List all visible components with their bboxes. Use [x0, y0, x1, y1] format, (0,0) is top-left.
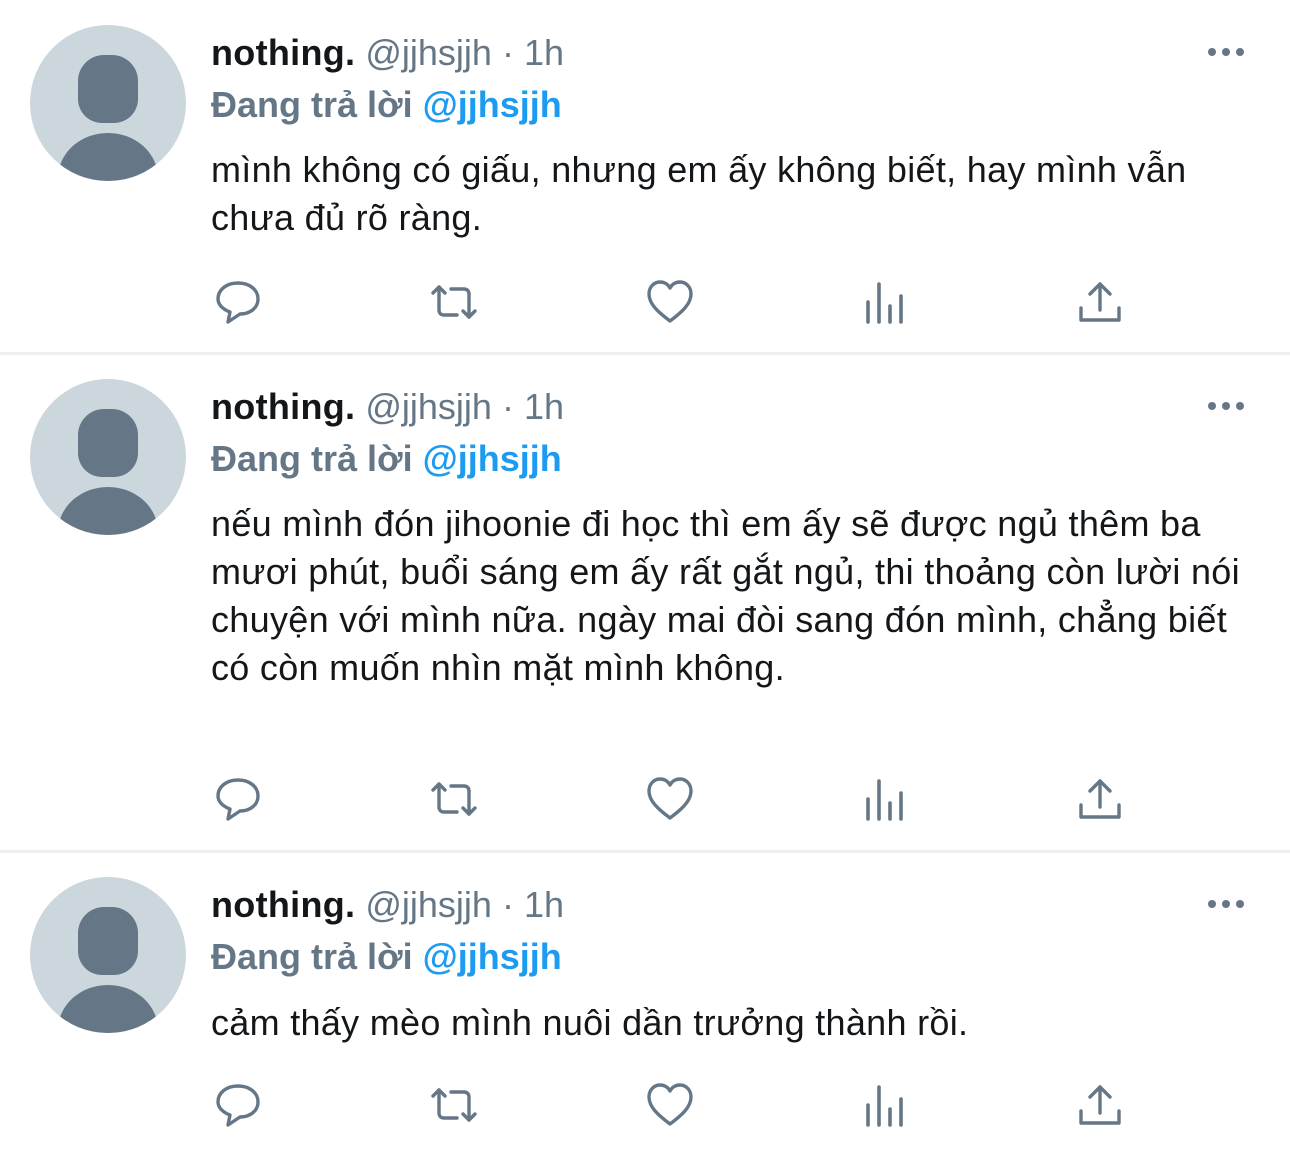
tweet[interactable]: nothing. @jjhsjjh · 1h Đang trả lời @jjh… [0, 0, 1290, 352]
reply-to-handle[interactable]: @jjhsjjh [423, 438, 562, 479]
like-button[interactable] [644, 1079, 696, 1131]
reply-prefix: Đang trả lời [211, 936, 413, 977]
default-avatar-body [58, 985, 158, 1033]
tweet-text: mình không có giấu, nhưng em ấy không bi… [211, 149, 1187, 238]
bar-chart-icon [866, 1085, 903, 1127]
more-dots-icon[interactable] [1206, 42, 1246, 62]
reply-prefix: Đang trả lời [211, 438, 413, 479]
default-avatar-body [58, 133, 158, 181]
reply-prefix: Đang trả lời [211, 84, 413, 125]
avatar[interactable] [30, 379, 186, 535]
retweet-button[interactable] [428, 1079, 480, 1131]
separator-dot: · [501, 386, 514, 427]
bar-chart-icon [866, 779, 903, 821]
default-avatar-body [58, 487, 158, 535]
separator-dot: · [501, 32, 514, 73]
retweet-button[interactable] [428, 773, 480, 825]
share-button[interactable] [1076, 1079, 1128, 1131]
heart-icon [647, 777, 693, 820]
tweet-text: cảm thấy mèo mình nuôi dần trưởng thành … [211, 1002, 969, 1043]
display-name[interactable]: nothing. [211, 884, 355, 925]
reply-to-handle[interactable]: @jjhsjjh [423, 936, 562, 977]
default-avatar-head [78, 409, 138, 477]
share-button[interactable] [1076, 773, 1128, 825]
bar-chart-icon [866, 282, 903, 324]
reply-button[interactable] [212, 773, 264, 825]
avatar[interactable] [30, 25, 186, 181]
like-button[interactable] [644, 773, 696, 825]
tweet[interactable]: nothing. @jjhsjjh · 1h Đang trả lời @jjh… [0, 355, 1290, 850]
analytics-button[interactable] [860, 1079, 912, 1131]
tweet[interactable]: nothing. @jjhsjjh · 1h Đang trả lời @jjh… [0, 853, 1290, 1153]
retweet-button[interactable] [428, 276, 480, 328]
tweet-time[interactable]: 1h [524, 32, 564, 73]
more-dots-icon[interactable] [1206, 396, 1246, 416]
reply-to-handle[interactable]: @jjhsjjh [423, 84, 562, 125]
analytics-button[interactable] [860, 773, 912, 825]
share-upload-icon [1079, 1085, 1121, 1125]
share-upload-icon [1079, 282, 1121, 322]
more-dots-icon[interactable] [1206, 894, 1246, 914]
heart-icon [647, 1083, 693, 1126]
like-button[interactable] [644, 276, 696, 328]
replying-to: Đang trả lời @jjhsjjh [211, 83, 562, 127]
default-avatar-head [78, 55, 138, 123]
retweet-arrows-icon [431, 285, 477, 319]
speech-bubble-icon [216, 1084, 260, 1127]
reply-button[interactable] [212, 276, 264, 328]
replying-to: Đang trả lời @jjhsjjh [211, 437, 562, 481]
share-upload-icon [1079, 779, 1121, 819]
speech-bubble-icon [216, 281, 260, 324]
replying-to: Đang trả lời @jjhsjjh [211, 935, 562, 979]
analytics-button[interactable] [860, 276, 912, 328]
retweet-arrows-icon [431, 782, 477, 816]
display-name[interactable]: nothing. [211, 32, 355, 73]
default-avatar-head [78, 907, 138, 975]
tweet-header: nothing. @jjhsjjh · 1h [211, 883, 564, 927]
speech-bubble-icon [216, 778, 260, 821]
share-button[interactable] [1076, 276, 1128, 328]
tweet-header: nothing. @jjhsjjh · 1h [211, 31, 564, 75]
user-handle[interactable]: @jjhsjjh [365, 32, 492, 73]
heart-icon [647, 280, 693, 323]
display-name[interactable]: nothing. [211, 386, 355, 427]
tweet-text: nếu mình đón jihoonie đi học thì em ấy s… [211, 503, 1240, 688]
tweet-time[interactable]: 1h [524, 386, 564, 427]
retweet-arrows-icon [431, 1088, 477, 1122]
separator-dot: · [501, 884, 514, 925]
tweet-header: nothing. @jjhsjjh · 1h [211, 385, 564, 429]
tweet-time[interactable]: 1h [524, 884, 564, 925]
reply-button[interactable] [212, 1079, 264, 1131]
avatar[interactable] [30, 877, 186, 1033]
user-handle[interactable]: @jjhsjjh [365, 884, 492, 925]
user-handle[interactable]: @jjhsjjh [365, 386, 492, 427]
